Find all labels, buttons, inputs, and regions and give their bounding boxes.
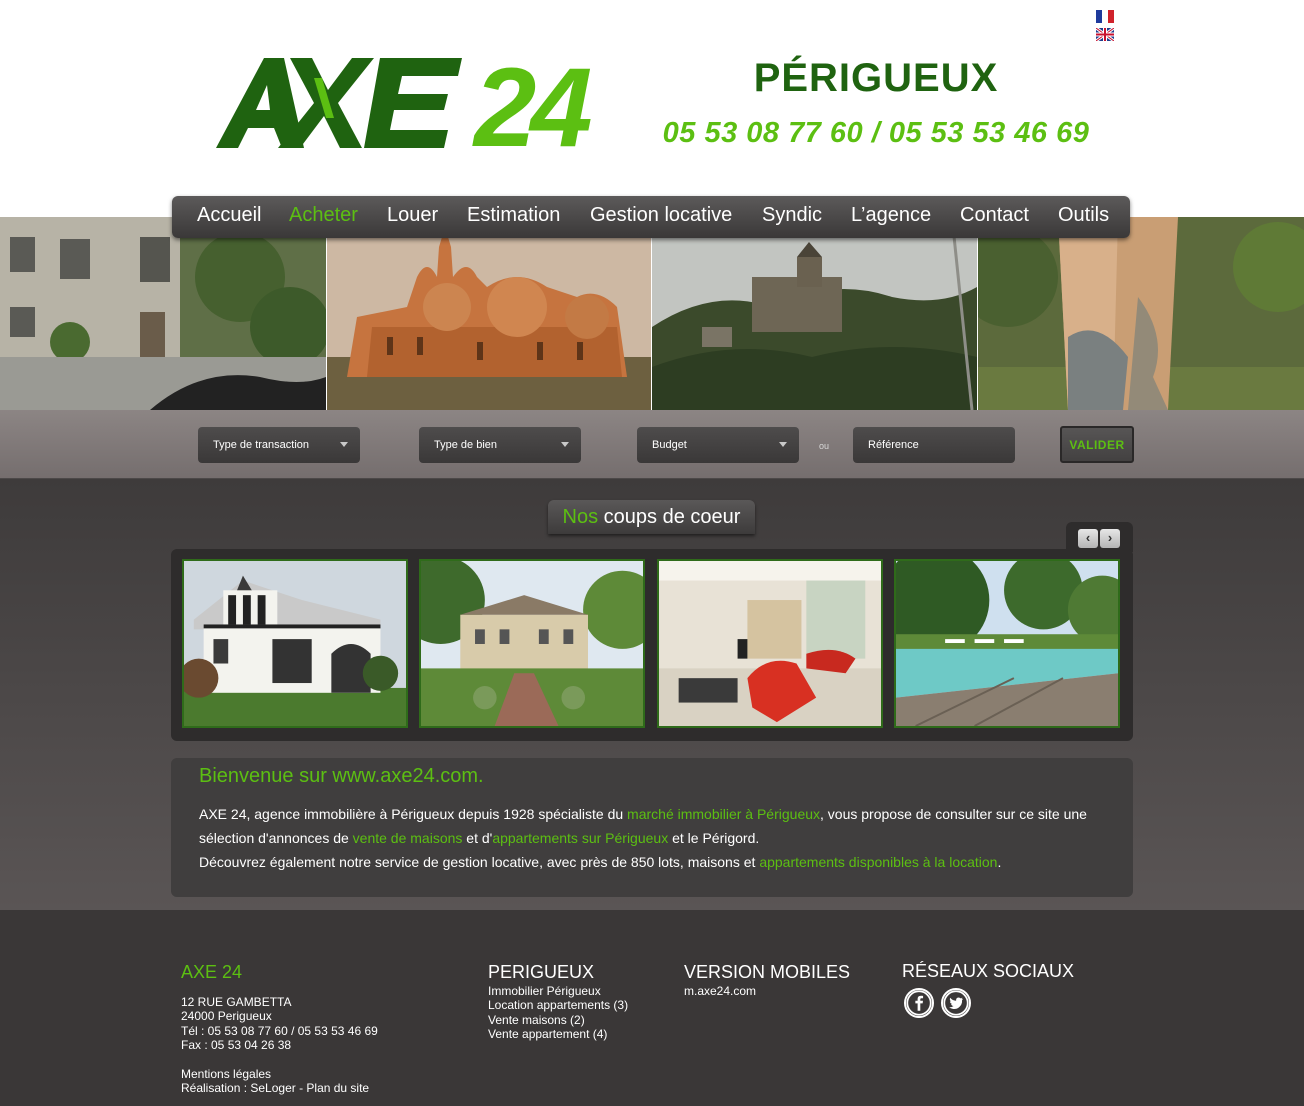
footer-social-title: RÉSEAUX SOCIAUX: [902, 961, 1075, 981]
footer-link-immobilier[interactable]: Immobilier Périgueux: [488, 984, 601, 998]
link-location[interactable]: appartements disponibles à la location: [759, 854, 997, 870]
carousel-next-button[interactable]: ›: [1100, 529, 1120, 548]
banner-photo-castle: [652, 217, 977, 410]
welcome-text-1: AXE 24, agence immobilière à Périgueux d…: [199, 806, 628, 822]
city-title: PÉRIGUEUX: [753, 56, 999, 100]
welcome-title: Bienvenue sur www.axe24.com.: [199, 765, 484, 788]
welcome-title-url[interactable]: www.axe24.com.: [332, 765, 483, 787]
footer-mentions-link[interactable]: Mentions légales: [181, 1067, 271, 1081]
budget-select[interactable]: Budget: [637, 427, 799, 463]
welcome-text-3: et d': [462, 830, 493, 846]
or-separator: ou: [819, 441, 830, 451]
nav-item-gestion-locative[interactable]: Gestion locative: [590, 204, 732, 227]
nav-item-estimation[interactable]: Estimation: [467, 204, 560, 227]
nav-item-syndic[interactable]: Syndic: [762, 204, 822, 227]
budget-label: Budget: [652, 439, 687, 451]
footer-link-vente-appartement[interactable]: Vente appartement (4): [488, 1027, 607, 1041]
link-appartements[interactable]: appartements sur Périgueux: [492, 830, 668, 846]
listing-thumb-2[interactable]: [419, 559, 645, 728]
property-type-select[interactable]: Type de bien: [419, 427, 581, 463]
phone-numbers: 05 53 08 77 60 / 05 53 53 46 69: [662, 117, 1090, 149]
welcome-text-5: Découvrez également notre service de ges…: [199, 854, 760, 870]
nav-item-agence[interactable]: L’agence: [851, 204, 931, 227]
twitter-icon[interactable]: [941, 988, 971, 1018]
english-flag-icon[interactable]: [1096, 28, 1114, 41]
welcome-text-6: .: [997, 854, 1002, 870]
reference-input[interactable]: [853, 427, 1015, 463]
footer-mobile-title: VERSION MOBILES: [684, 962, 851, 982]
svg-text:24: 24: [472, 50, 591, 155]
footer-perigueux-title: PERIGUEUX: [488, 962, 595, 982]
chevron-down-icon: [779, 442, 787, 447]
listing-thumb-1[interactable]: [182, 559, 408, 728]
main-navigation: Accueil Acheter Louer Estimation Gestion…: [172, 196, 1130, 238]
header: 24 PÉRIGUEUX 05 53 08 77 60 / 05 53 53 4…: [0, 0, 1304, 217]
favorites-title: Nos coups de coeur: [548, 500, 755, 534]
banner-photo-tower: [978, 217, 1304, 410]
link-vente-maisons[interactable]: vente de maisons: [353, 830, 463, 846]
axe24-logo[interactable]: 24: [212, 50, 637, 155]
footer-phone: Tél : 05 53 08 77 60 / 05 53 53 46 69: [181, 1024, 378, 1038]
chevron-down-icon: [340, 442, 348, 447]
footer-agency-title: AXE 24: [181, 962, 243, 982]
hero-banner: [0, 217, 1304, 410]
footer-link-location[interactable]: Location appartements (3): [488, 998, 628, 1012]
nav-item-accueil[interactable]: Accueil: [197, 204, 261, 227]
transaction-type-label: Type de transaction: [213, 439, 310, 451]
carousel-prev-button[interactable]: ‹: [1078, 529, 1098, 548]
listing-thumb-3[interactable]: [657, 559, 883, 728]
welcome-title-text: Bienvenue sur: [199, 765, 333, 787]
nav-item-louer[interactable]: Louer: [387, 204, 438, 227]
nav-item-outils[interactable]: Outils: [1058, 204, 1109, 227]
banner-photo-courtyard: [0, 217, 326, 410]
validate-button[interactable]: VALIDER: [1060, 426, 1134, 463]
facebook-icon[interactable]: [904, 988, 934, 1018]
footer-mobile-link[interactable]: m.axe24.com: [684, 984, 756, 998]
nav-item-acheter[interactable]: Acheter: [289, 204, 358, 227]
nav-item-contact[interactable]: Contact: [960, 204, 1029, 227]
link-marche-immobilier[interactable]: marché immobilier à Périgueux: [627, 806, 820, 822]
welcome-text-4: et le Périgord.: [668, 830, 760, 846]
listing-thumb-4[interactable]: [894, 559, 1120, 728]
footer-fax: Fax : 05 53 04 26 38: [181, 1038, 292, 1052]
favorites-title-highlight: Nos: [562, 506, 599, 528]
favorites-title-rest: coups de coeur: [598, 506, 741, 528]
footer-address-line1: 12 RUE GAMBETTA: [181, 995, 292, 1009]
french-flag-icon[interactable]: [1096, 10, 1114, 23]
property-type-label: Type de bien: [434, 439, 497, 451]
footer-realisation[interactable]: Réalisation : SeLoger - Plan du site: [181, 1081, 369, 1095]
footer-link-vente-maisons[interactable]: Vente maisons (2): [488, 1013, 585, 1027]
chevron-down-icon: [561, 442, 569, 447]
footer-address-line2: 24000 Perigueux: [181, 1009, 272, 1023]
welcome-text: AXE 24, agence immobilière à Périgueux d…: [199, 802, 1109, 874]
transaction-type-select[interactable]: Type de transaction: [198, 427, 360, 463]
banner-photo-cathedral: [327, 217, 651, 410]
